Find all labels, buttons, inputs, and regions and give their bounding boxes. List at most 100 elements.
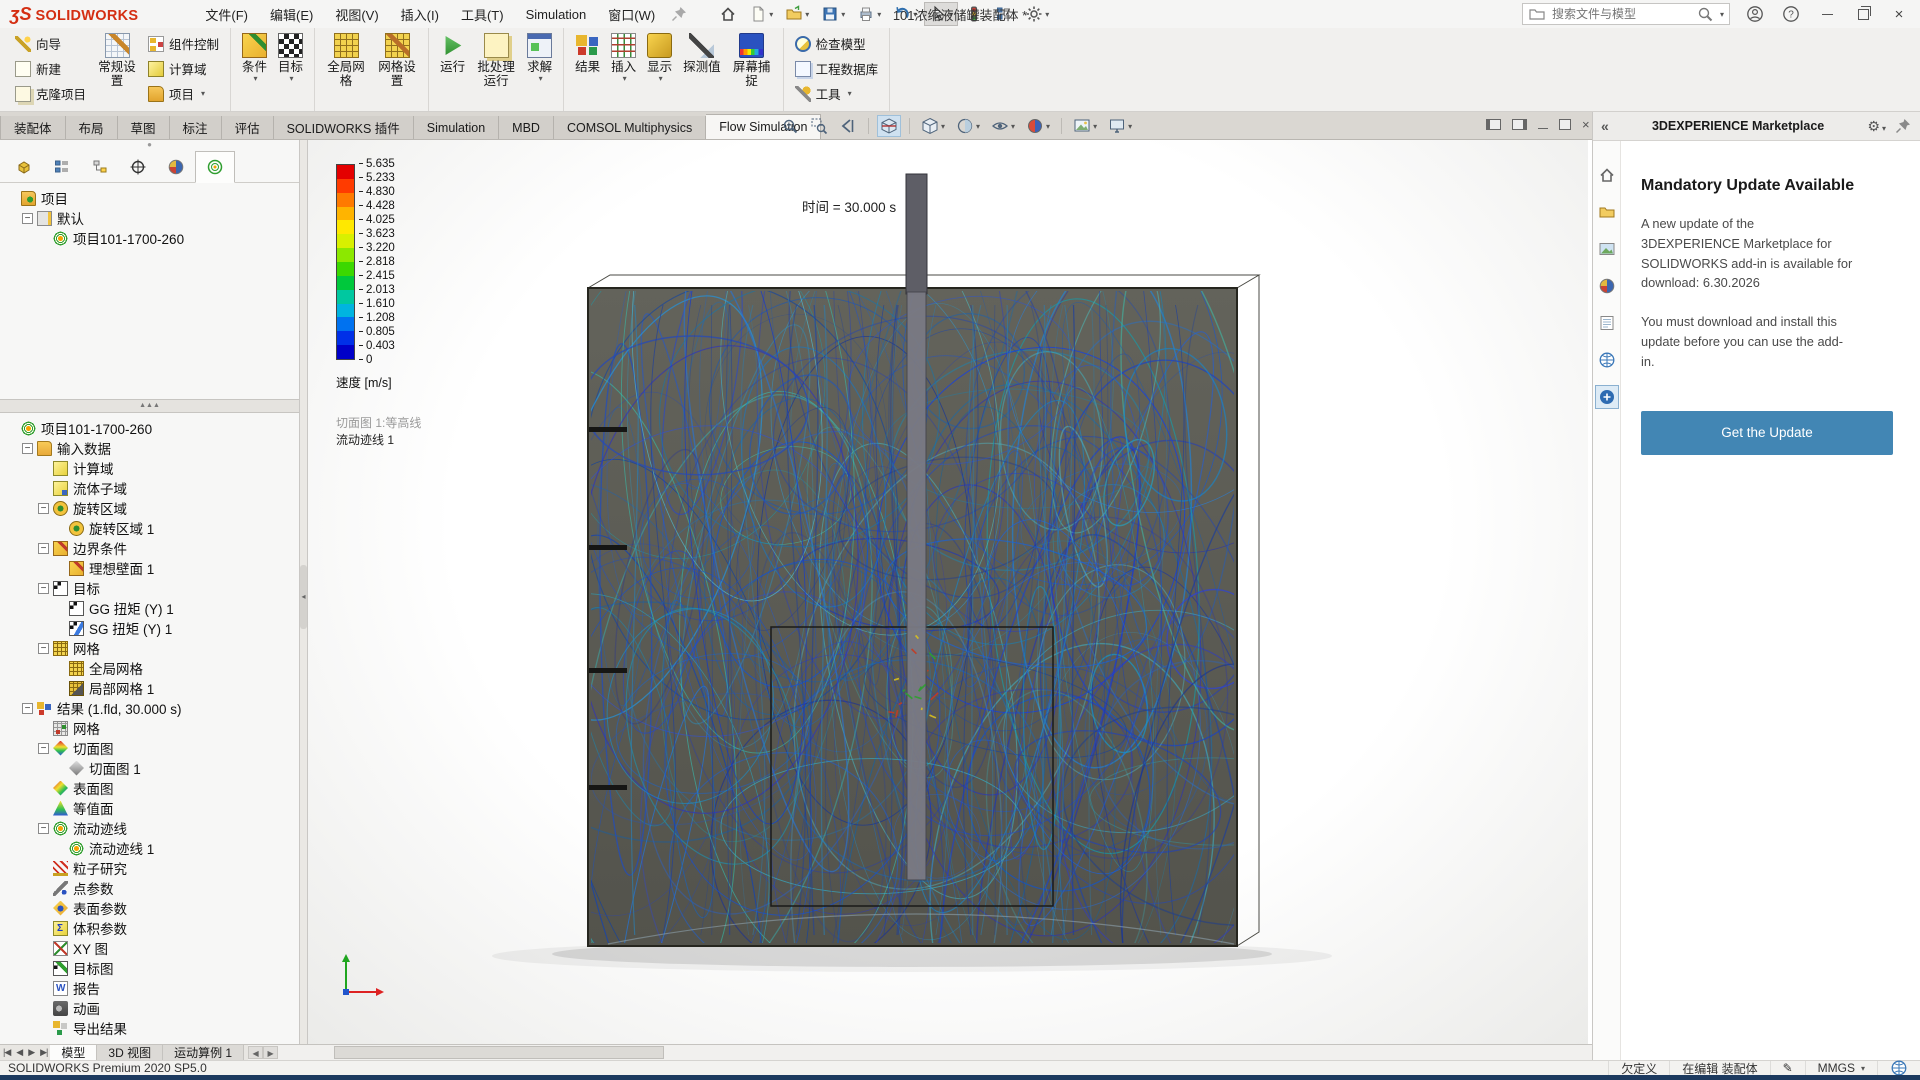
graphics-viewport[interactable]: 时间 = 30.000 s 5.635 5.233 4.830 4.428 4.025 3…: [308, 140, 1588, 1044]
tab-草图[interactable]: 草图: [117, 116, 170, 139]
tree-item[interactable]: GG 扭矩 (Y) 1: [2, 598, 297, 618]
pane-pin-icon[interactable]: [1894, 117, 1912, 135]
tree-item[interactable]: 切面图 1: [2, 758, 297, 778]
clone-project-button[interactable]: 克隆项目: [11, 81, 90, 106]
tools-button[interactable]: 工具 ▾: [791, 81, 883, 106]
pane-restore-icon[interactable]: [1559, 119, 1571, 130]
hide-show-items-icon[interactable]: ▾: [988, 115, 1018, 137]
tree-item[interactable]: 报告: [2, 978, 297, 998]
tree-expander[interactable]: −: [38, 582, 49, 594]
status-tag-icon[interactable]: [1877, 1060, 1920, 1076]
pane-settings-gear-icon[interactable]: ⚙ ▾: [1867, 118, 1886, 135]
tab-标注[interactable]: 标注: [169, 116, 222, 139]
tree-item[interactable]: 表面图: [2, 778, 297, 798]
mesh-settings-button[interactable]: 网格设置: [373, 31, 421, 89]
agitator-shaft[interactable]: [906, 291, 927, 881]
doc-tab-模型[interactable]: 模型: [50, 1045, 98, 1060]
tree-item[interactable]: − 网格: [2, 638, 297, 658]
tree-item[interactable]: 目标图: [2, 958, 297, 978]
panel-collapse-handle[interactable]: ◂: [300, 565, 307, 629]
dropdown-caret-icon[interactable]: ▾: [841, 10, 845, 19]
insert-button[interactable]: 插入 ▾: [607, 31, 640, 83]
tree-item[interactable]: 局部网格 1: [2, 678, 297, 698]
previous-view-icon[interactable]: [836, 115, 860, 137]
tree-item[interactable]: 等值面: [2, 798, 297, 818]
menu-item[interactable]: Simulation: [515, 2, 598, 27]
tree-expander[interactable]: −: [38, 822, 49, 834]
insert-caret-icon[interactable]: ▾: [623, 74, 627, 83]
first-sheet-button[interactable]: |◀: [0, 1047, 13, 1058]
menu-item[interactable]: 工具(T): [450, 0, 515, 29]
next-sheet-button[interactable]: ▶: [25, 1047, 37, 1058]
tree-item[interactable]: − 默认: [2, 208, 297, 228]
tree-item[interactable]: XY 图: [2, 938, 297, 958]
new-document-button[interactable]: ▾: [744, 2, 778, 26]
tab-装配体[interactable]: 装配体: [0, 116, 66, 139]
section-view-icon[interactable]: [877, 115, 901, 137]
search-input[interactable]: [1550, 6, 1692, 22]
tree-item[interactable]: 导出结果: [2, 1018, 297, 1038]
tree-item[interactable]: 动画: [2, 998, 297, 1018]
tree-item[interactable]: − 输入数据: [2, 438, 297, 458]
tree-item[interactable]: 流体子域: [2, 478, 297, 498]
restore-button[interactable]: [1852, 3, 1874, 25]
check-model-button[interactable]: 检查模型: [791, 31, 883, 56]
appearances-scenes-icon[interactable]: [1595, 274, 1619, 298]
tree-item[interactable]: 计算域: [2, 458, 297, 478]
screen-capture-button[interactable]: 屏幕捕捉: [728, 31, 776, 89]
tree-item[interactable]: 理想壁面 1: [2, 558, 297, 578]
tree-item[interactable]: 体积参数: [2, 918, 297, 938]
general-settings-button[interactable]: 常规设置: [93, 31, 141, 89]
new-project-button[interactable]: 新建: [11, 56, 90, 81]
tree-expander[interactable]: −: [22, 212, 33, 224]
dropdown-caret-icon[interactable]: ▾: [1046, 122, 1050, 131]
tree-item[interactable]: 旋转区域 1: [2, 518, 297, 538]
agitator-shaft-top[interactable]: [905, 173, 928, 295]
tree-item[interactable]: 项目101-1700-260: [2, 418, 297, 438]
last-sheet-button[interactable]: ▶|: [37, 1047, 50, 1058]
tree-item[interactable]: − 边界条件: [2, 538, 297, 558]
dropdown-caret-icon[interactable]: ▾: [1045, 10, 1049, 19]
dropdown-caret-icon[interactable]: ▾: [1093, 122, 1097, 131]
menu-item[interactable]: 编辑(E): [259, 0, 324, 29]
get-update-button[interactable]: Get the Update: [1641, 410, 1893, 455]
scroll-left-icon[interactable]: ◀: [248, 1046, 264, 1059]
menu-item[interactable]: 窗口(W): [597, 0, 666, 29]
panel-grip[interactable]: ●: [0, 140, 299, 151]
open-button[interactable]: ▾: [780, 2, 814, 26]
tab-solidworks-插件[interactable]: SOLIDWORKS 插件: [273, 116, 414, 139]
wizard-button[interactable]: 向导: [11, 31, 90, 56]
dropdown-caret-icon[interactable]: ▾: [769, 10, 773, 19]
tab-mbd[interactable]: MBD: [499, 116, 554, 139]
pin-icon[interactable]: [670, 5, 688, 23]
tree-item[interactable]: 流动迹线 1: [2, 838, 297, 858]
status-units-selector[interactable]: MMGS ▾: [1804, 1061, 1877, 1075]
scrollbar-thumb[interactable]: [334, 1046, 665, 1059]
doc-tab-运动算例-1[interactable]: 运动算例 1: [163, 1045, 245, 1060]
conditions-caret-icon[interactable]: ▾: [254, 74, 258, 83]
tree-expander[interactable]: −: [38, 542, 49, 554]
tree-expander[interactable]: −: [38, 642, 49, 654]
tree-expander[interactable]: −: [22, 702, 33, 714]
print-button[interactable]: ▾: [852, 2, 886, 26]
feature-manager-tree-tab[interactable]: [5, 151, 43, 182]
horizontal-scrollbar[interactable]: ◀ ▶: [248, 1045, 1592, 1060]
display-manager-tab[interactable]: [157, 151, 195, 182]
solidworks-resources-icon[interactable]: [1595, 163, 1619, 187]
results-button[interactable]: 结果: [571, 31, 604, 74]
search-box[interactable]: ▾: [1522, 3, 1730, 25]
user-account-icon[interactable]: [1744, 3, 1766, 25]
doc-tab-3d-视图[interactable]: 3D 视图: [97, 1045, 164, 1060]
batch-run-button[interactable]: 批处理运行: [472, 31, 520, 89]
tree-item[interactable]: 项目: [2, 188, 297, 208]
tree-expander[interactable]: −: [38, 502, 49, 514]
pane-minimize-icon[interactable]: [1538, 127, 1548, 129]
solidworks-forum-icon[interactable]: [1595, 348, 1619, 372]
display-style-icon[interactable]: ▾: [953, 115, 983, 137]
configuration-manager-tab[interactable]: [81, 151, 119, 182]
component-control-button[interactable]: 组件控制: [144, 31, 223, 56]
close-button[interactable]: ×: [1888, 3, 1910, 25]
minimize-button[interactable]: [1816, 3, 1838, 25]
tree-expander[interactable]: −: [22, 442, 33, 454]
tree-item[interactable]: 项目101-1700-260: [2, 228, 297, 248]
